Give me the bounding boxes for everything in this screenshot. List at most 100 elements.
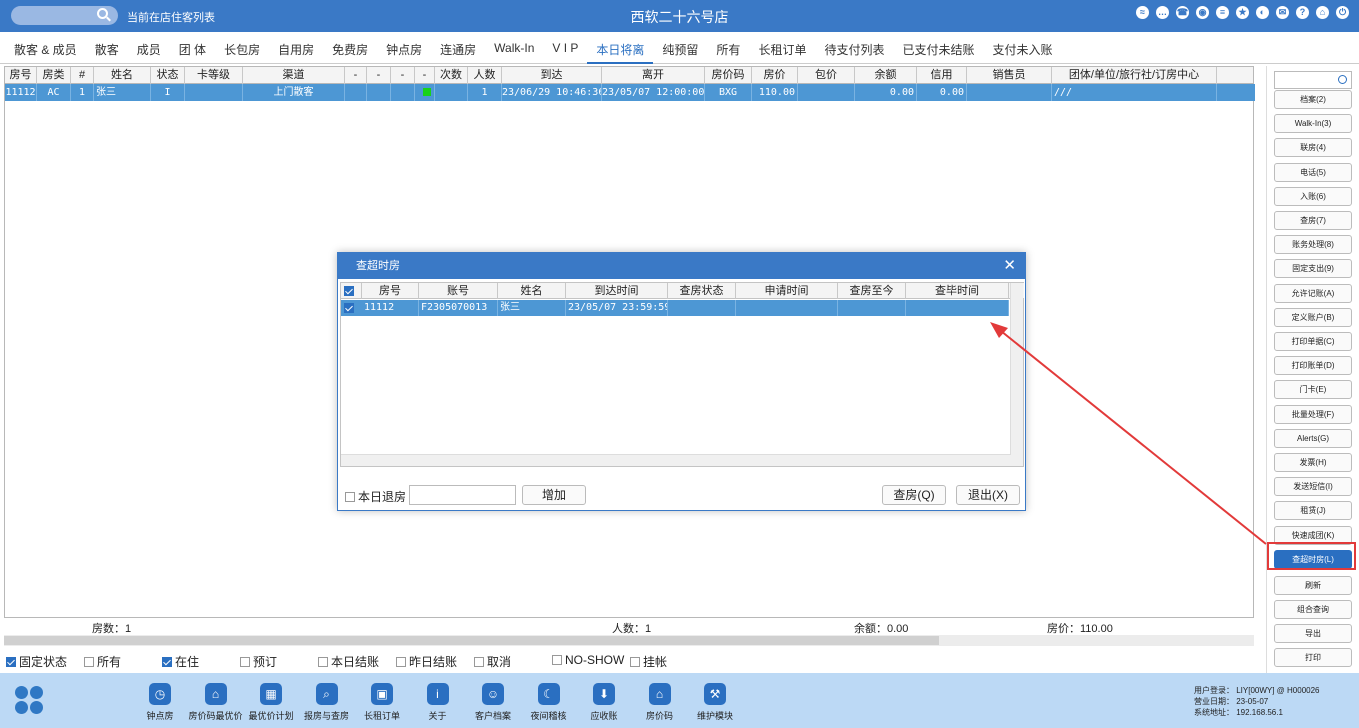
column-header[interactable]: 渠道 xyxy=(243,67,345,84)
column-header[interactable]: 状态 xyxy=(151,67,185,84)
table-cell[interactable] xyxy=(798,84,855,101)
column-header[interactable]: 人数 xyxy=(468,67,502,84)
filter-5[interactable]: 昨日结账 xyxy=(396,653,457,670)
column-header[interactable]: - xyxy=(345,67,367,84)
filter-0[interactable]: 固定状态 xyxy=(6,653,67,670)
menu-icon[interactable]: ≡ xyxy=(1216,6,1229,19)
phone-icon[interactable]: ☎ xyxy=(1176,6,1189,19)
horizontal-scrollbar[interactable] xyxy=(4,635,1254,646)
table-cell[interactable] xyxy=(906,300,1009,316)
table-cell[interactable] xyxy=(345,84,367,101)
table-cell[interactable] xyxy=(367,84,391,101)
action-button-12[interactable]: 门卡(E) xyxy=(1274,380,1352,399)
bottom-item-3[interactable]: ⌕ 报房与查房 xyxy=(297,683,357,722)
filter-1[interactable]: 所有 xyxy=(84,653,121,670)
tab-6[interactable]: 免费房 xyxy=(323,32,377,64)
column-header[interactable]: 房号 xyxy=(5,67,37,84)
checkbox-icon[interactable] xyxy=(6,656,16,667)
bottom-item-1[interactable]: ⌂ 房价码最优价 xyxy=(186,683,246,722)
column-header[interactable]: 余额 xyxy=(855,67,917,84)
bottom-item-6[interactable]: ☺ 客户档案 xyxy=(463,683,523,722)
table-cell[interactable] xyxy=(668,300,736,316)
tab-14[interactable]: 长租订单 xyxy=(749,32,815,64)
action-button-6[interactable]: 账务处理(8) xyxy=(1274,235,1352,254)
checkbox-icon[interactable] xyxy=(552,655,562,665)
filter-2[interactable]: 在住 xyxy=(162,653,199,670)
table-cell[interactable]: AC xyxy=(37,84,71,101)
tab-9[interactable]: Walk-In xyxy=(485,32,543,64)
column-header[interactable]: 房类 xyxy=(37,67,71,84)
column-header[interactable]: 房号 xyxy=(362,283,419,299)
column-header[interactable]: - xyxy=(391,67,415,84)
checkbox-icon[interactable] xyxy=(396,656,406,667)
action-button-3[interactable]: 电话(5) xyxy=(1274,163,1352,182)
row-checkbox[interactable] xyxy=(344,303,354,313)
tab-8[interactable]: 连通房 xyxy=(431,32,485,64)
wifi-icon[interactable]: ≈ xyxy=(1136,6,1149,19)
column-header[interactable]: 信用 xyxy=(917,67,967,84)
scroll-thumb[interactable] xyxy=(4,636,939,645)
table-cell[interactable]: 23/06/29 10:46:36 xyxy=(502,84,602,101)
help-icon[interactable]: ? xyxy=(1296,6,1309,19)
checkbox-icon[interactable] xyxy=(630,656,640,667)
table-cell[interactable]: /// xyxy=(1052,84,1217,101)
filter-3[interactable]: 预订 xyxy=(240,653,277,670)
action-button-22[interactable]: 导出 xyxy=(1274,624,1352,643)
bottom-item-10[interactable]: ⚒ 维护模块 xyxy=(685,683,745,722)
action-button-21[interactable]: 组合查询 xyxy=(1274,600,1352,619)
tab-5[interactable]: 自用房 xyxy=(269,32,323,64)
contrast-icon[interactable]: ◐ xyxy=(1256,6,1269,19)
table-cell[interactable] xyxy=(967,84,1052,101)
column-header[interactable]: # xyxy=(71,67,94,84)
action-button-15[interactable]: 发票(H) xyxy=(1274,453,1352,472)
column-header[interactable]: 到达 xyxy=(502,67,602,84)
room-input[interactable] xyxy=(409,485,516,505)
action-button-10[interactable]: 打印单据(C) xyxy=(1274,332,1352,351)
table-row[interactable]: 11112 AC 1 张三 I 上门散客 1 23/06/29 10:46:36 23/05/0… xyxy=(5,84,1255,101)
table-cell[interactable]: 23/05/07 23:59:59 xyxy=(566,300,668,316)
vertical-scrollbar[interactable] xyxy=(1010,283,1023,466)
checkbox-icon[interactable] xyxy=(474,656,484,667)
table-cell[interactable]: 1 xyxy=(468,84,502,101)
column-header[interactable]: 离开 xyxy=(602,67,705,84)
tab-16[interactable]: 已支付未结账 xyxy=(893,32,983,64)
column-header[interactable]: - xyxy=(415,67,435,84)
column-header[interactable]: 查房状态 xyxy=(668,283,736,299)
table-cell[interactable]: 11112 xyxy=(5,84,37,101)
action-button-11[interactable]: 打印账单(D) xyxy=(1274,356,1352,375)
checkbox-icon[interactable] xyxy=(345,491,355,502)
table-cell[interactable] xyxy=(838,300,906,316)
filter-4[interactable]: 本日结账 xyxy=(318,653,379,670)
action-button-16[interactable]: 发送短信(I) xyxy=(1274,477,1352,496)
table-cell[interactable] xyxy=(736,300,838,316)
palette-icon[interactable]: ◉ xyxy=(1196,6,1209,19)
bottom-item-2[interactable]: ▦ 最优价计划 xyxy=(241,683,301,722)
table-cell[interactable]: 张三 xyxy=(498,300,566,316)
table-cell[interactable]: 上门散客 xyxy=(243,84,345,101)
column-header[interactable]: 房价 xyxy=(752,67,798,84)
column-header[interactable]: 卡等级 xyxy=(185,67,243,84)
table-cell[interactable]: I xyxy=(151,84,185,101)
tab-13[interactable]: 所有 xyxy=(707,32,749,64)
tab-10[interactable]: V I P xyxy=(543,32,587,64)
horizontal-scrollbar[interactable] xyxy=(341,454,1011,466)
action-button-2[interactable]: 联房(4) xyxy=(1274,138,1352,157)
column-header[interactable]: 查房至今 xyxy=(838,283,906,299)
action-search-input[interactable] xyxy=(1274,71,1352,89)
column-header[interactable]: 姓名 xyxy=(94,67,151,84)
column-header[interactable]: 销售员 xyxy=(967,67,1052,84)
filter-8[interactable]: 挂帐 xyxy=(630,653,667,670)
checkbox-icon[interactable] xyxy=(318,656,328,667)
action-button-9[interactable]: 定义账户(B) xyxy=(1274,308,1352,327)
filter-7[interactable]: NO-SHOW xyxy=(552,653,624,667)
star-icon[interactable]: ★ xyxy=(1236,6,1249,19)
action-button-4[interactable]: 入账(6) xyxy=(1274,187,1352,206)
chat-icon[interactable]: … xyxy=(1156,6,1169,19)
table-cell[interactable]: BXG xyxy=(705,84,752,101)
checkbox-icon[interactable] xyxy=(84,656,94,667)
tab-15[interactable]: 待支付列表 xyxy=(815,32,893,64)
table-cell[interactable]: F2305070013 xyxy=(419,300,498,316)
tab-17[interactable]: 支付未入账 xyxy=(983,32,1061,64)
table-cell[interactable]: 张三 xyxy=(94,84,151,101)
column-header[interactable]: 包价 xyxy=(798,67,855,84)
